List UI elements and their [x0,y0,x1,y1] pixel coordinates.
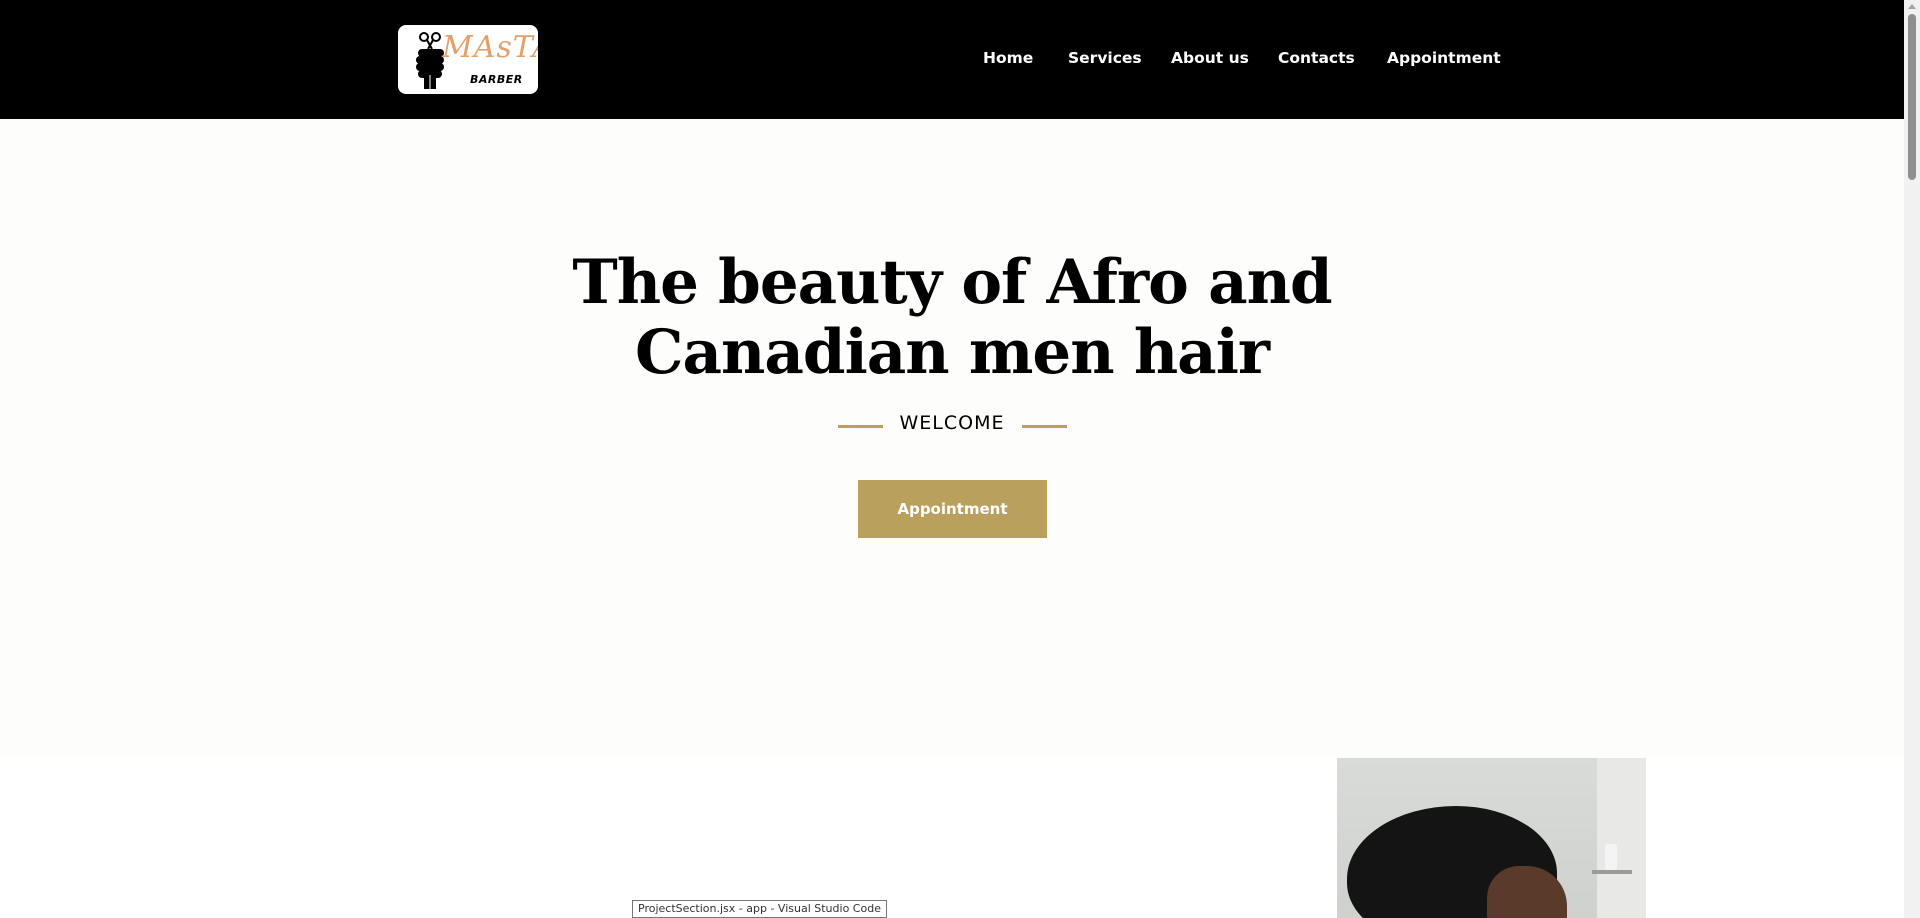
site-header: MAsTA BARBER Home Services About us Cont… [0,0,1904,119]
barber-photo [1337,758,1646,918]
logo-wordmark: BARBER [470,73,523,86]
hero-section [0,119,1904,758]
main-nav: Home Services About us Contacts Appointm… [0,49,1904,73]
photo-bottle [1605,844,1617,870]
hero-title-line-2: Canadian men hair [634,317,1270,388]
hero-title: The beauty of Afro and Canadian men hair [0,248,1904,388]
hero-title-line-1: The beauty of Afro and [572,247,1332,318]
photo-wall [1597,758,1646,918]
taskbar-tooltip: ProjectSection.jsx - app - Visual Studio… [632,900,887,918]
nav-appointment[interactable]: Appointment [1387,49,1501,67]
nav-home[interactable]: Home [983,49,1033,67]
scrollbar-thumb[interactable] [1908,14,1916,180]
scroll-up-arrow-icon[interactable] [1908,4,1916,9]
appointment-button[interactable]: Appointment [858,480,1047,538]
nav-contacts[interactable]: Contacts [1278,49,1355,67]
welcome-row: WELCOME [0,412,1904,438]
welcome-right-divider [1022,425,1067,428]
photo-shelf [1592,870,1632,874]
nav-services[interactable]: Services [1068,49,1142,67]
nav-about-us[interactable]: About us [1171,49,1249,67]
welcome-label: WELCOME [899,412,1005,434]
vertical-scrollbar[interactable] [1904,0,1920,918]
